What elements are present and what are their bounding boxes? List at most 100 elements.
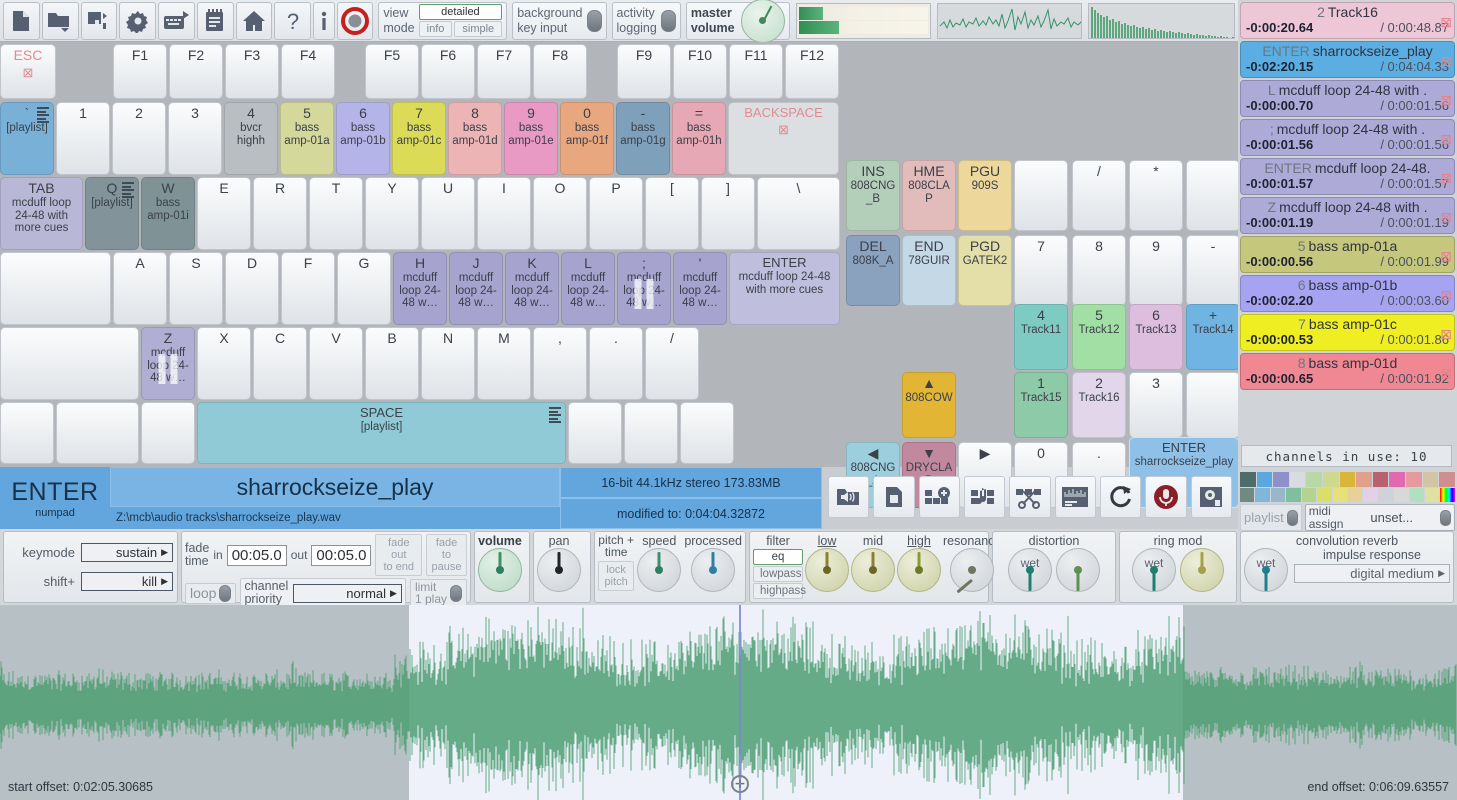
- track-close-icon[interactable]: ⊠: [1440, 14, 1452, 31]
- key-x[interactable]: X: [197, 327, 251, 400]
- track-close-icon[interactable]: ⊠: [1440, 365, 1452, 382]
- track-row[interactable]: ENTERmcduff loop 24-48.-0:00:01.57/ 0:00…: [1240, 158, 1455, 195]
- palette-swatch[interactable]: [1373, 472, 1389, 487]
- palette-swatch[interactable]: [1240, 472, 1256, 487]
- key--[interactable]: -: [1186, 235, 1240, 306]
- key--[interactable]: +Track14: [1186, 304, 1240, 370]
- palette-swatch[interactable]: [1302, 488, 1316, 503]
- key--[interactable]: `[playlist]: [0, 102, 54, 175]
- track-row[interactable]: Lmcduff loop 24-48 with .-0:00:00.70/ 0:…: [1240, 80, 1455, 117]
- palette-swatch[interactable]: [1286, 488, 1300, 503]
- key-4[interactable]: 4bvcr highh: [224, 102, 278, 175]
- key-f[interactable]: F: [281, 252, 335, 325]
- key-8[interactable]: 8bass amp-01d: [448, 102, 502, 175]
- key--[interactable]: ▲808COW: [902, 372, 956, 438]
- keymode-select[interactable]: sustain▶: [81, 543, 173, 562]
- key-5[interactable]: 5Track12: [1072, 304, 1126, 370]
- help-icon[interactable]: ?: [274, 2, 311, 40]
- key-3[interactable]: 3: [168, 102, 222, 175]
- palette-swatch[interactable]: [1363, 488, 1377, 503]
- key--[interactable]: \: [757, 177, 840, 250]
- key-d[interactable]: D: [225, 252, 279, 325]
- key-backspace[interactable]: BACKSPACE⊠: [728, 102, 839, 175]
- new-file-icon[interactable]: [3, 2, 40, 40]
- key-t[interactable]: T: [309, 177, 363, 250]
- track-row[interactable]: 6bass amp-01b-0:00:02.20/ 0:00:03.60⊠: [1240, 275, 1455, 312]
- key-blank[interactable]: [0, 402, 54, 464]
- track-row[interactable]: 8bass amp-01d-0:00:00.65/ 0:00:01.92⊠: [1240, 353, 1455, 390]
- view-mode-simple[interactable]: simple: [454, 21, 502, 37]
- master-volume-group[interactable]: master volume: [686, 2, 790, 40]
- page-icon[interactable]: [873, 476, 914, 518]
- key-8[interactable]: 8: [1072, 235, 1126, 306]
- view-mode-group[interactable]: view mode detailed info simple: [378, 2, 507, 40]
- key-j[interactable]: Jmcduff loop 24-48 w…: [449, 252, 503, 325]
- key-9[interactable]: 9: [1129, 235, 1183, 306]
- palette-swatch[interactable]: [1356, 472, 1372, 487]
- track-close-icon[interactable]: ⊠: [1440, 92, 1452, 109]
- key-q[interactable]: Q[playlist]: [85, 177, 139, 250]
- key-c[interactable]: C: [253, 327, 307, 400]
- key-w[interactable]: Wbass amp-01i: [141, 177, 195, 250]
- activity-logging-toggle[interactable]: [661, 10, 676, 32]
- reverb-wet-knob[interactable]: wet: [1244, 548, 1288, 592]
- track-close-icon[interactable]: ⊠: [1440, 287, 1452, 304]
- key-s[interactable]: S: [169, 252, 223, 325]
- key--[interactable]: .: [589, 327, 643, 400]
- palette-swatch[interactable]: [1423, 472, 1439, 487]
- palette-swatch[interactable]: [1379, 488, 1393, 503]
- fade-out-to-end-button[interactable]: fade out to end: [375, 534, 422, 576]
- view-mode-detailed[interactable]: detailed: [419, 4, 503, 20]
- key-i[interactable]: I: [477, 177, 531, 250]
- palette-swatch[interactable]: [1340, 472, 1356, 487]
- waveform-display[interactable]: ✛ start offset: 0:02:05.30685 end offset…: [0, 605, 1457, 800]
- key-2[interactable]: 2: [112, 102, 166, 175]
- key-7[interactable]: 7bass amp-01c: [392, 102, 446, 175]
- fade-to-pause-button[interactable]: fade to pause: [426, 534, 467, 576]
- key--[interactable]: *: [1129, 160, 1183, 231]
- key-e[interactable]: E: [197, 177, 251, 250]
- key--[interactable]: -bass amp-01g: [616, 102, 670, 175]
- master-volume-knob[interactable]: [741, 0, 785, 43]
- settings-gear-icon[interactable]: [119, 2, 156, 40]
- filter-mode-highpass[interactable]: highpass: [753, 583, 803, 599]
- view-mode-info[interactable]: info: [419, 21, 453, 37]
- key-clear-icon[interactable]: ⊠: [23, 65, 34, 81]
- key-esc[interactable]: ESC⊠: [0, 44, 56, 99]
- filter-mid-knob[interactable]: [851, 548, 895, 592]
- key-f4[interactable]: F4: [281, 44, 335, 99]
- playhead[interactable]: [739, 605, 741, 800]
- open-folder-icon[interactable]: [42, 2, 79, 40]
- track-close-icon[interactable]: ⊠: [1440, 170, 1452, 187]
- midi-assign-group[interactable]: midi assign unset...: [1305, 504, 1455, 531]
- key-del[interactable]: DEL808K_A: [846, 235, 900, 306]
- key-tab[interactable]: TABmcduff loop 24-48 with more cues: [0, 177, 83, 250]
- keyboard-export-icon[interactable]: [158, 2, 195, 40]
- key-3[interactable]: 3: [1129, 372, 1183, 438]
- key--[interactable]: /: [1072, 160, 1126, 231]
- palette-swatch[interactable]: [1257, 472, 1273, 487]
- filter-mode-lowpass[interactable]: lowpass: [753, 566, 803, 582]
- sample-browser-icon[interactable]: [828, 476, 869, 518]
- distortion-wet-knob[interactable]: wet: [1008, 548, 1052, 592]
- notes-icon[interactable]: [197, 2, 234, 40]
- key-blank[interactable]: [568, 402, 622, 464]
- key-g[interactable]: G: [337, 252, 391, 325]
- key-k[interactable]: Kmcduff loop 24-48 w…: [505, 252, 559, 325]
- record-mic-icon[interactable]: [1145, 476, 1186, 518]
- speed-knob[interactable]: [637, 548, 681, 592]
- key--[interactable]: ,: [533, 327, 587, 400]
- key--[interactable]: /: [645, 327, 699, 400]
- info-icon[interactable]: [313, 2, 334, 40]
- playlist-toggle[interactable]: playlist: [1240, 504, 1302, 531]
- key--[interactable]: [: [645, 177, 699, 250]
- fade-out-input[interactable]: 00:05.0: [311, 545, 371, 566]
- filter-low-knob[interactable]: [805, 548, 849, 592]
- key-l[interactable]: Lmcduff loop 24-48 w…: [561, 252, 615, 325]
- key-z[interactable]: Zmcduff loop 24-48 w…: [141, 327, 195, 400]
- key--[interactable]: =bass amp-01h: [672, 102, 726, 175]
- fade-in-input[interactable]: 00:05.0: [227, 545, 287, 566]
- key-n[interactable]: N: [421, 327, 475, 400]
- ring-mod-wet-knob[interactable]: wet: [1132, 548, 1176, 592]
- palette-swatch[interactable]: [1425, 488, 1439, 503]
